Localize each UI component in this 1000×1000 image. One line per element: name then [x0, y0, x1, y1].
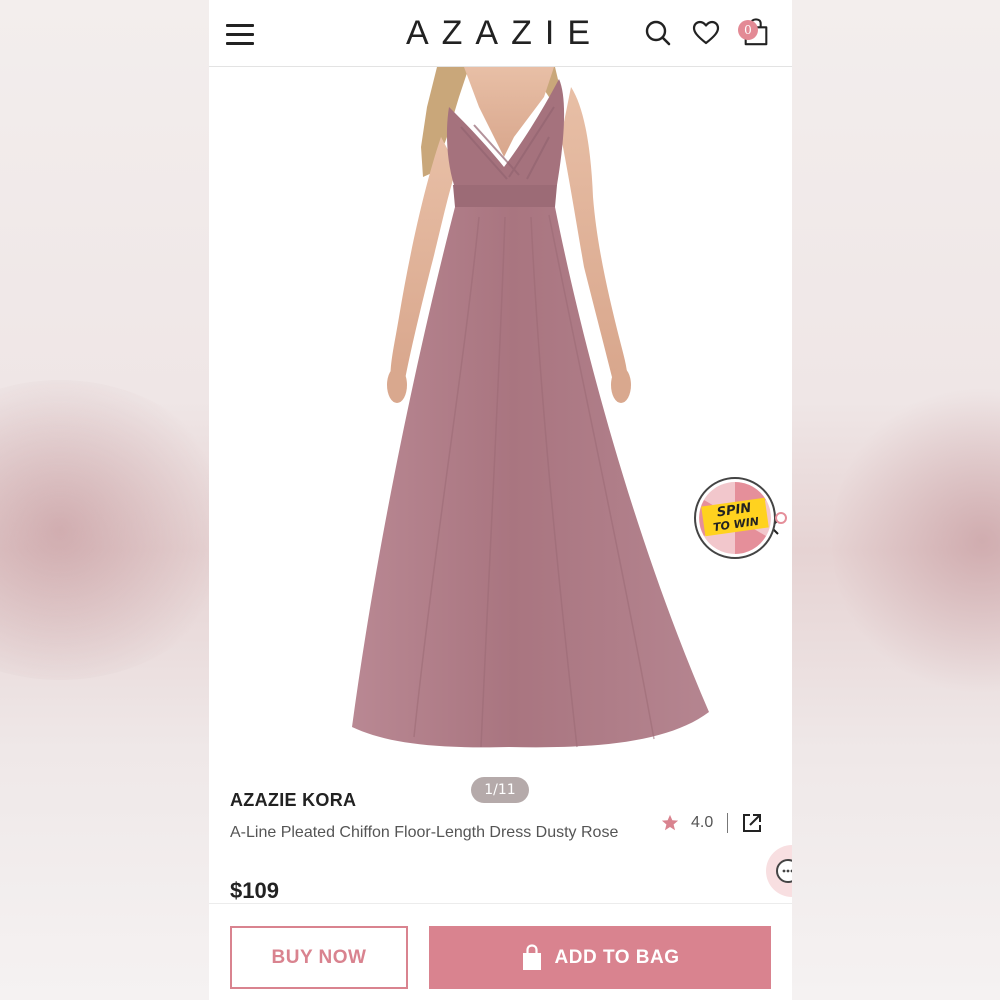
chat-button[interactable] — [766, 845, 792, 897]
rating-value[interactable]: 4.0 — [691, 814, 713, 832]
top-nav: AZAZIE 0 — [209, 0, 792, 67]
product-price: $109 — [230, 878, 279, 903]
share-icon[interactable] — [741, 812, 763, 834]
dress-photo — [352, 67, 709, 748]
add-to-bag-label: ADD TO BAG — [554, 946, 680, 968]
add-to-bag-button[interactable]: ADD TO BAG — [429, 926, 771, 989]
search-icon[interactable] — [643, 18, 673, 48]
heart-icon[interactable] — [691, 18, 721, 48]
bottom-action-bar: BUY NOW ADD TO BAG — [209, 903, 792, 1000]
product-image[interactable]: 1/11 — [209, 67, 792, 803]
image-counter: 1/11 — [471, 777, 529, 803]
phone-screen: AZAZIE 0 1/11 SPIN TO WIN AZAZIE KORA A-… — [209, 0, 792, 1000]
rating-row: 4.0 — [661, 812, 763, 834]
product-title: A-Line Pleated Chiffon Floor-Length Dres… — [230, 824, 619, 841]
star-icon — [661, 814, 679, 831]
buy-now-button[interactable]: BUY NOW — [230, 926, 408, 989]
background-right — [792, 0, 1000, 1000]
chat-icon — [776, 859, 792, 883]
bag-icon — [522, 943, 541, 970]
bag-count-badge: 0 — [738, 20, 758, 40]
divider — [727, 813, 729, 833]
spin-to-win-badge[interactable]: SPIN TO WIN — [693, 476, 789, 560]
background-left — [0, 0, 240, 1000]
product-brand: AZAZIE KORA — [230, 790, 357, 810]
